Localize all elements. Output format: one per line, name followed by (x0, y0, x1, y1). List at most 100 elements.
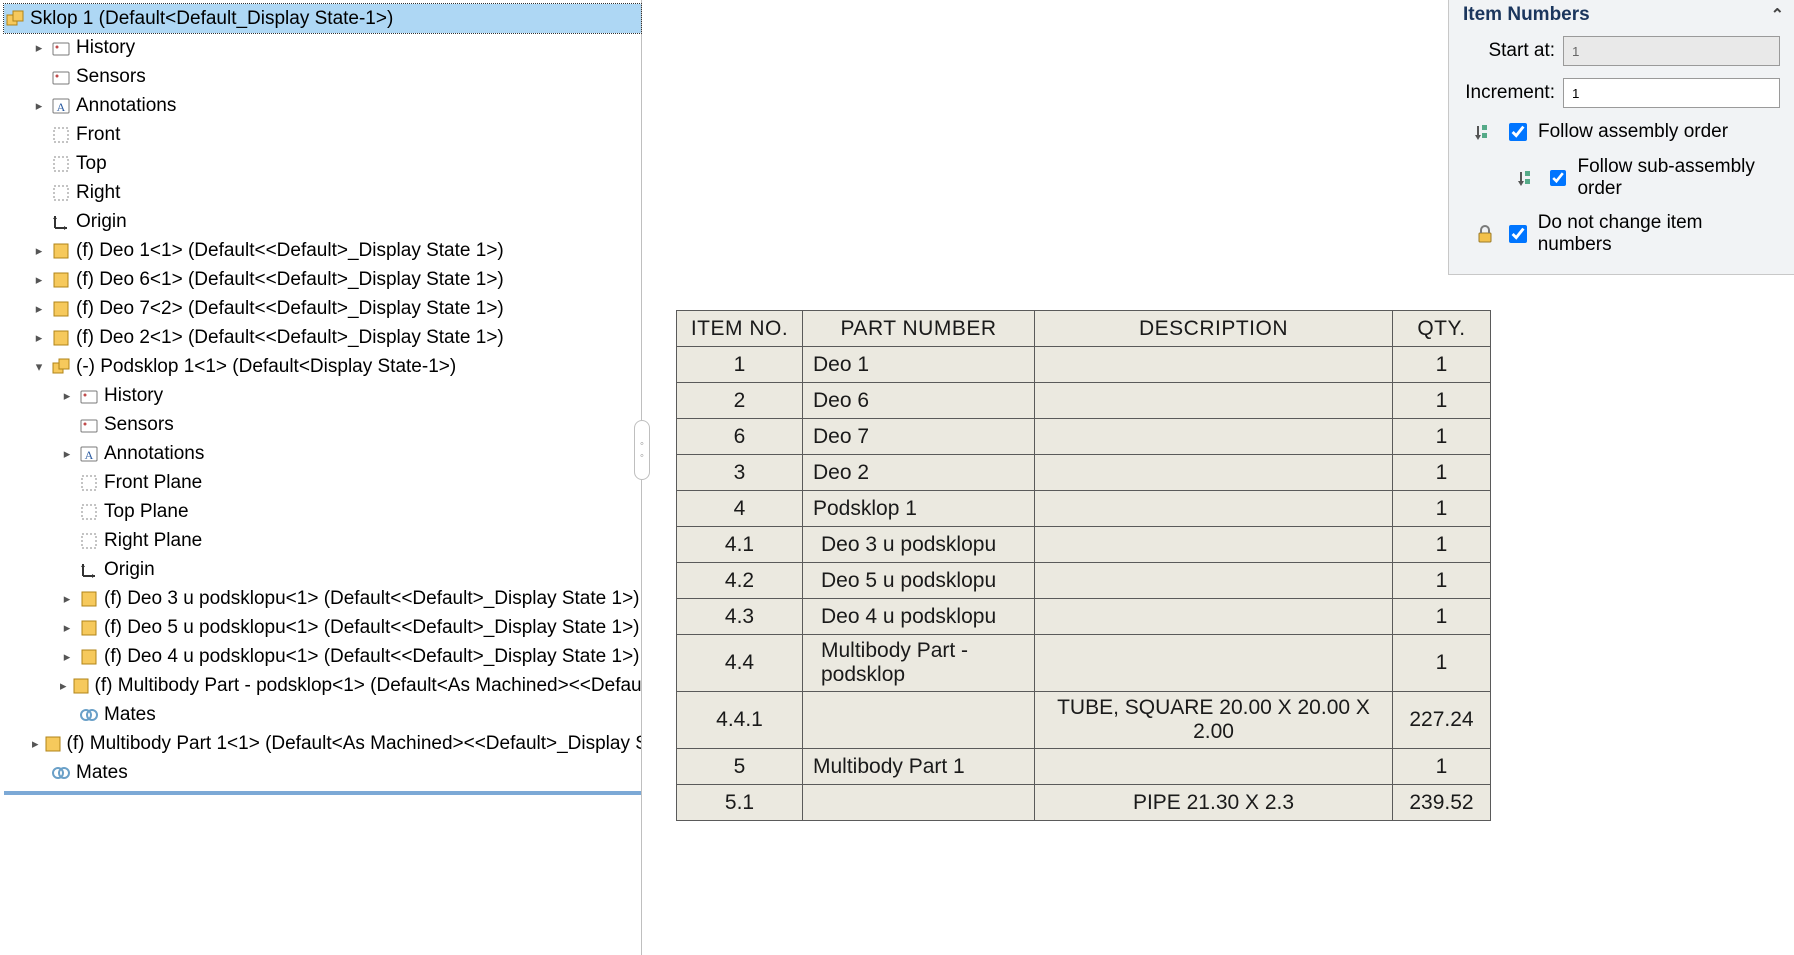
panel-collapse-icon[interactable]: ⌃ (1771, 5, 1784, 25)
bom-cell-desc[interactable]: PIPE 21.30 X 2.3 (1035, 785, 1393, 821)
bom-cell-desc[interactable] (1035, 635, 1393, 692)
bom-cell-desc[interactable] (1035, 491, 1393, 527)
tree-item[interactable]: ▸(f) Deo 1<1> (Default<<Default>_Display… (4, 236, 641, 265)
tree-item[interactable]: ▸Origin (4, 207, 641, 236)
bom-cell-desc[interactable] (1035, 527, 1393, 563)
bom-table[interactable]: ITEM NO. PART NUMBER DESCRIPTION QTY. 1D… (676, 310, 1491, 821)
bom-cell-part[interactable]: Podsklop 1 (803, 491, 1035, 527)
bom-row[interactable]: 4.1Deo 3 u podsklopu 1 (677, 527, 1491, 563)
bom-cell-item[interactable]: 4.2 (677, 563, 803, 599)
bom-cell-desc[interactable] (1035, 749, 1393, 785)
bom-cell-item[interactable]: 5 (677, 749, 803, 785)
bom-row[interactable]: 5Multibody Part 1 1 (677, 749, 1491, 785)
bom-row[interactable]: 4.2Deo 5 u podsklopu 1 (677, 563, 1491, 599)
tree-item[interactable]: ▸Right (4, 178, 641, 207)
bom-cell-desc[interactable] (1035, 563, 1393, 599)
tree-item[interactable]: ▸History (4, 33, 641, 62)
bom-cell-part[interactable]: Deo 2 (803, 455, 1035, 491)
bom-cell-qty[interactable]: 1 (1393, 347, 1491, 383)
follow-assembly-checkbox[interactable] (1509, 123, 1527, 141)
bom-cell-item[interactable]: 3 (677, 455, 803, 491)
bom-cell-qty[interactable]: 1 (1393, 383, 1491, 419)
bom-cell-qty[interactable]: 1 (1393, 455, 1491, 491)
caret-right-icon[interactable]: ▸ (60, 389, 74, 403)
bom-cell-item[interactable]: 5.1 (677, 785, 803, 821)
bom-cell-item[interactable]: 4.4 (677, 635, 803, 692)
tree-item[interactable]: ▸(f) Deo 2<1> (Default<<Default>_Display… (4, 323, 641, 352)
bom-cell-desc[interactable] (1035, 455, 1393, 491)
bom-row[interactable]: 3Deo 2 1 (677, 455, 1491, 491)
tree-item[interactable]: ▸Mates (4, 700, 641, 729)
bom-cell-desc[interactable] (1035, 419, 1393, 455)
bom-cell-desc[interactable] (1035, 383, 1393, 419)
tree-item[interactable]: ▸(f) Multibody Part - podsklop<1> (Defau… (4, 671, 641, 700)
bom-cell-part[interactable] (803, 785, 1035, 821)
increment-input[interactable] (1563, 78, 1780, 108)
bom-cell-part[interactable]: Deo 1 (803, 347, 1035, 383)
bom-cell-desc[interactable]: TUBE, SQUARE 20.00 X 20.00 X 2.00 (1035, 692, 1393, 749)
tree-root[interactable]: Sklop 1 (Default<Default_Display State-1… (4, 4, 641, 33)
tree-item[interactable]: ▸(f) Deo 3 u podsklopu<1> (Default<<Defa… (4, 584, 641, 613)
tree-item[interactable]: ▸(f) Multibody Part 1<1> (Default<As Mac… (4, 729, 641, 758)
caret-right-icon[interactable]: ▸ (32, 244, 46, 258)
tree-item[interactable]: ▸Sensors (4, 62, 641, 91)
tree-item[interactable]: ▸(f) Deo 5 u podsklopu<1> (Default<<Defa… (4, 613, 641, 642)
bom-cell-qty[interactable]: 1 (1393, 491, 1491, 527)
caret-right-icon[interactable]: ▸ (60, 679, 67, 693)
bom-cell-part[interactable]: Deo 6 (803, 383, 1035, 419)
bom-cell-part[interactable]: Deo 4 u podsklopu (803, 599, 1035, 635)
caret-right-icon[interactable]: ▸ (60, 592, 74, 606)
tree-item[interactable]: ▸History (4, 381, 641, 410)
bom-cell-item[interactable]: 4 (677, 491, 803, 527)
bom-row[interactable]: 2Deo 6 1 (677, 383, 1491, 419)
tree-item[interactable]: ▸(f) Deo 6<1> (Default<<Default>_Display… (4, 265, 641, 294)
tree-item[interactable]: ▸Right Plane (4, 526, 641, 555)
bom-cell-part[interactable]: Multibody Part - podsklop (803, 635, 1035, 692)
bom-cell-part[interactable]: Deo 5 u podsklopu (803, 563, 1035, 599)
bom-cell-qty[interactable]: 1 (1393, 635, 1491, 692)
bom-row[interactable]: 4.4Multibody Part - podsklop 1 (677, 635, 1491, 692)
tree-item[interactable]: ▸Front (4, 120, 641, 149)
bom-row[interactable]: 4.4.1TUBE, SQUARE 20.00 X 20.00 X 2.0022… (677, 692, 1491, 749)
bom-row[interactable]: 4.3Deo 4 u podsklopu 1 (677, 599, 1491, 635)
bom-cell-qty[interactable]: 1 (1393, 599, 1491, 635)
bom-row[interactable]: 6Deo 7 1 (677, 419, 1491, 455)
bom-cell-desc[interactable] (1035, 599, 1393, 635)
lock-item-numbers-checkbox[interactable] (1509, 225, 1527, 243)
bom-cell-qty[interactable]: 1 (1393, 749, 1491, 785)
tree-item[interactable]: ▸Annotations (4, 439, 641, 468)
bom-cell-item[interactable]: 4.3 (677, 599, 803, 635)
tree-item[interactable]: ▸Top (4, 149, 641, 178)
tree-item[interactable]: ▸Sensors (4, 410, 641, 439)
bom-cell-part[interactable]: Deo 3 u podsklopu (803, 527, 1035, 563)
tree-item[interactable]: ▸Annotations (4, 91, 641, 120)
bom-cell-qty[interactable]: 1 (1393, 419, 1491, 455)
caret-right-icon[interactable]: ▸ (32, 273, 46, 287)
bom-cell-item[interactable]: 6 (677, 419, 803, 455)
bom-cell-item[interactable]: 1 (677, 347, 803, 383)
splitter-handle[interactable]: ◦◦ (634, 420, 650, 480)
bom-cell-desc[interactable] (1035, 347, 1393, 383)
caret-right-icon[interactable]: ▸ (32, 41, 46, 55)
bom-cell-part[interactable] (803, 692, 1035, 749)
caret-right-icon[interactable]: ▸ (60, 621, 74, 635)
tree-item[interactable]: ▸Origin (4, 555, 641, 584)
bom-cell-part[interactable]: Multibody Part 1 (803, 749, 1035, 785)
caret-right-icon[interactable]: ▸ (60, 650, 74, 664)
bom-row[interactable]: 4Podsklop 1 1 (677, 491, 1491, 527)
bom-cell-part[interactable]: Deo 7 (803, 419, 1035, 455)
caret-right-icon[interactable]: ▸ (32, 737, 39, 751)
bom-cell-qty[interactable]: 1 (1393, 527, 1491, 563)
bom-cell-item[interactable]: 2 (677, 383, 803, 419)
caret-down-icon[interactable]: ▾ (32, 360, 46, 374)
caret-right-icon[interactable]: ▸ (32, 331, 46, 345)
caret-right-icon[interactable]: ▸ (60, 447, 74, 461)
tree-item[interactable]: ▸(f) Deo 4 u podsklopu<1> (Default<<Defa… (4, 642, 641, 671)
caret-right-icon[interactable]: ▸ (32, 99, 46, 113)
bom-cell-qty[interactable]: 1 (1393, 563, 1491, 599)
follow-subassembly-checkbox[interactable] (1550, 169, 1566, 187)
tree-item[interactable]: ▸Top Plane (4, 497, 641, 526)
bom-cell-item[interactable]: 4.1 (677, 527, 803, 563)
bom-cell-item[interactable]: 4.4.1 (677, 692, 803, 749)
bom-cell-qty[interactable]: 239.52 (1393, 785, 1491, 821)
